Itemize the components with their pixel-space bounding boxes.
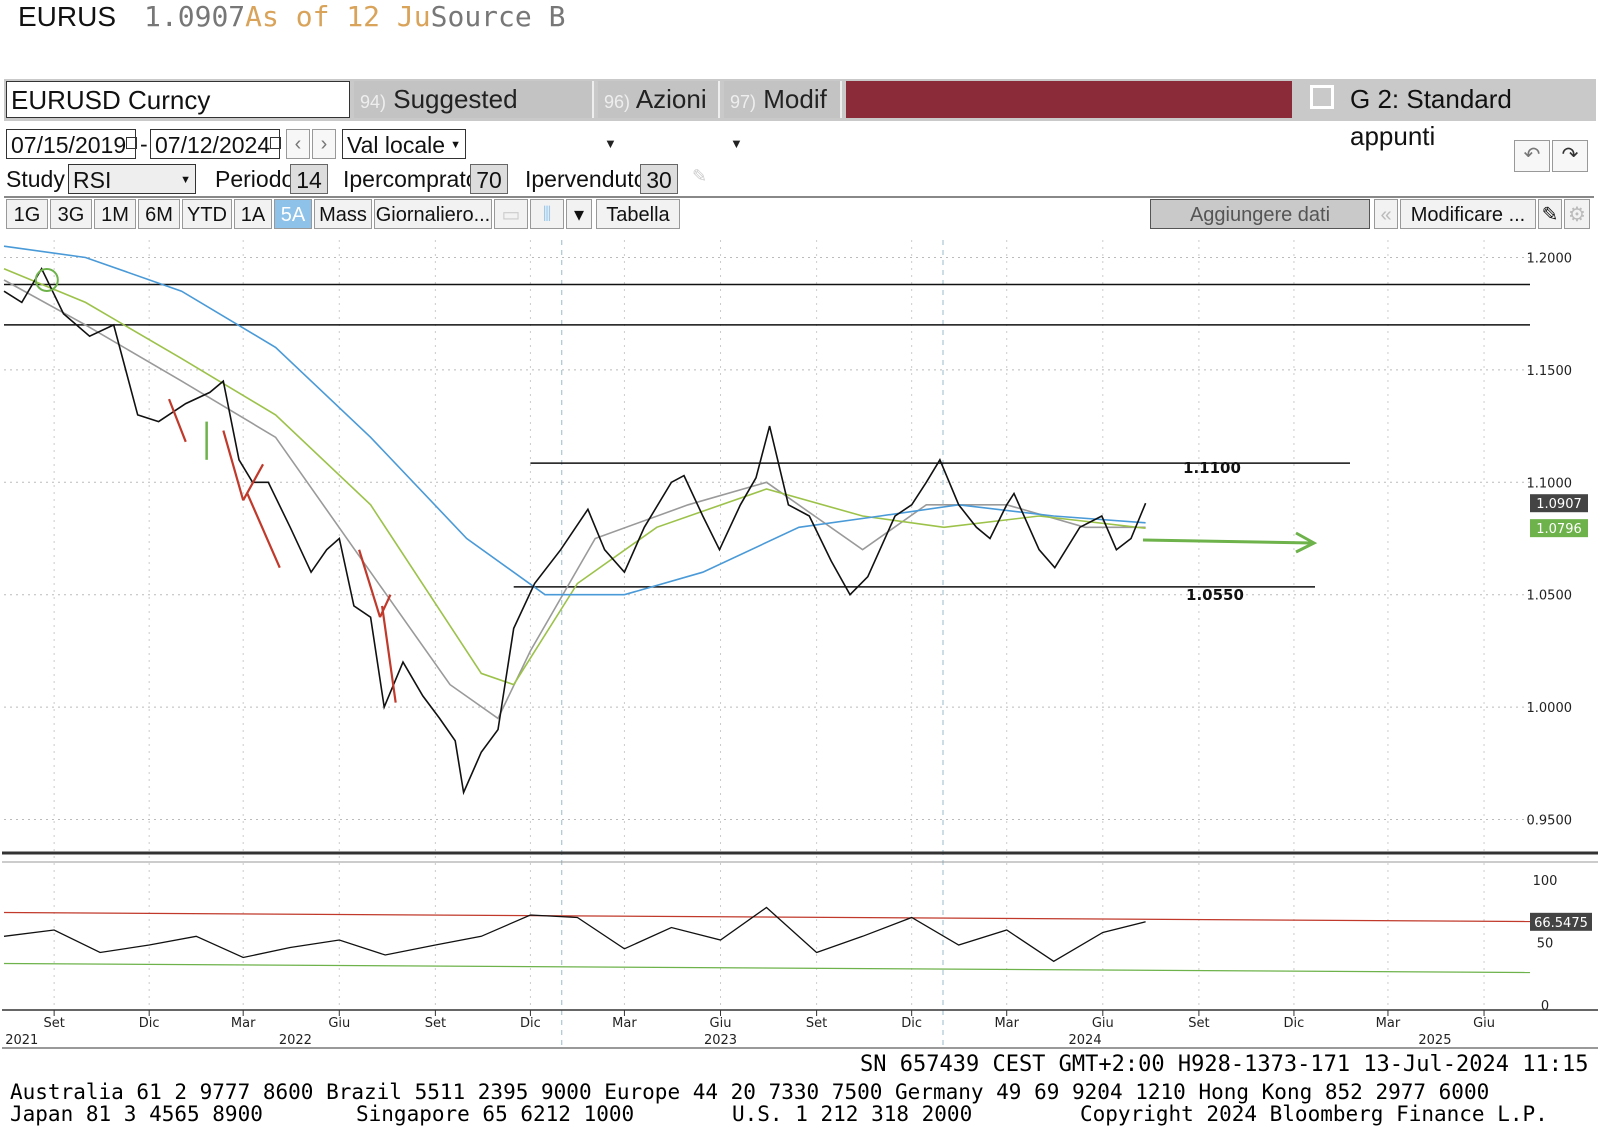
x-tick-label: Mar	[612, 1016, 637, 1031]
x-tick-label: Dic	[1284, 1016, 1305, 1031]
x-axis: Set Dic Mar Giu Set Dic Mar Giu Set Dic Mar Giu Set D…	[2, 1009, 1598, 1049]
x-tick-label: Set	[1188, 1016, 1209, 1031]
trend-annotation	[222, 430, 245, 501]
rsi-tick-label: 50	[1537, 937, 1554, 952]
projection-arrow	[1142, 538, 1313, 545]
x-tick-label: Set	[43, 1016, 64, 1031]
x-tick-label: Dic	[520, 1016, 541, 1031]
price-tick-label: 0.9500	[1527, 814, 1573, 829]
x-tick-label: Set	[806, 1016, 827, 1031]
footer-us: U.S. 1 212 318 2000	[732, 1102, 973, 1126]
price-tick-label: 1.2000	[1527, 251, 1573, 266]
year-label: 2025	[1418, 1033, 1451, 1048]
year-label: 2024	[1069, 1033, 1102, 1048]
rsi-tick-label: 0	[1541, 999, 1549, 1014]
trend-annotation	[246, 493, 281, 569]
x-tick-label: Dic	[139, 1016, 160, 1031]
footer-contacts: Australia 61 2 9777 8600 Brazil 5511 239…	[10, 1080, 1490, 1104]
x-tick-label: Giu	[710, 1016, 732, 1031]
footer-japan: Japan 81 3 4565 8900	[10, 1102, 263, 1126]
rsi-tick-label: 100	[1533, 874, 1558, 889]
chart-area: 1.2000 1.1500 1.1000 1.0500 1.0000 0.9500 1.11…	[2, 240, 1598, 1050]
footer-copyright: Copyright 2024 Bloomberg Finance L.P.	[1080, 1102, 1548, 1126]
x-tick-label: Giu	[328, 1016, 350, 1031]
x-tick-label: Giu	[1473, 1016, 1495, 1031]
moving-average-line	[3, 267, 1146, 686]
price-tick-label: 1.1500	[1527, 364, 1573, 379]
ma-value-label: 1.0796	[1536, 522, 1582, 537]
x-tick-label: Mar	[994, 1016, 1019, 1031]
x-tick-label: Mar	[1376, 1016, 1401, 1031]
x-tick-label: Giu	[1092, 1016, 1114, 1031]
last-price-label: 1.0907	[1536, 497, 1582, 512]
trend-annotation	[379, 594, 392, 618]
moving-average-line	[3, 245, 1146, 596]
footer-singapore: Singapore 65 6212 1000	[356, 1102, 635, 1126]
trend-annotation	[358, 549, 382, 618]
price-tick-label: 1.1000	[1527, 476, 1573, 491]
level-label-1-0550: 1.0550	[1186, 586, 1244, 604]
year-label: 2022	[279, 1033, 312, 1048]
year-label: 2021	[5, 1033, 38, 1048]
rsi-overbought-line	[3, 911, 1531, 923]
trend-annotation	[381, 605, 397, 703]
price-tick-label: 1.0500	[1527, 589, 1573, 604]
price-pane: 1.2000 1.1500 1.1000 1.0500 1.0000 0.9500 1.11…	[2, 240, 1598, 1050]
rsi-pane: 100 50 0 66.5475	[3, 874, 1592, 1014]
x-tick-label: Dic	[901, 1016, 922, 1031]
x-tick-label: Mar	[231, 1016, 256, 1031]
moving-average-line	[3, 279, 1146, 720]
price-line	[3, 267, 1147, 796]
x-tick-label: Set	[425, 1016, 446, 1031]
rsi-last-label: 66.5475	[1534, 916, 1588, 931]
price-tick-label: 1.0000	[1527, 701, 1573, 716]
level-label-1-1100: 1.1100	[1183, 459, 1241, 477]
rsi-oversold-line	[3, 962, 1531, 974]
footer-sn: SN 657439 CEST GMT+2:00 H928-1373-171 13…	[860, 1052, 1589, 1077]
year-label: 2023	[704, 1033, 737, 1048]
